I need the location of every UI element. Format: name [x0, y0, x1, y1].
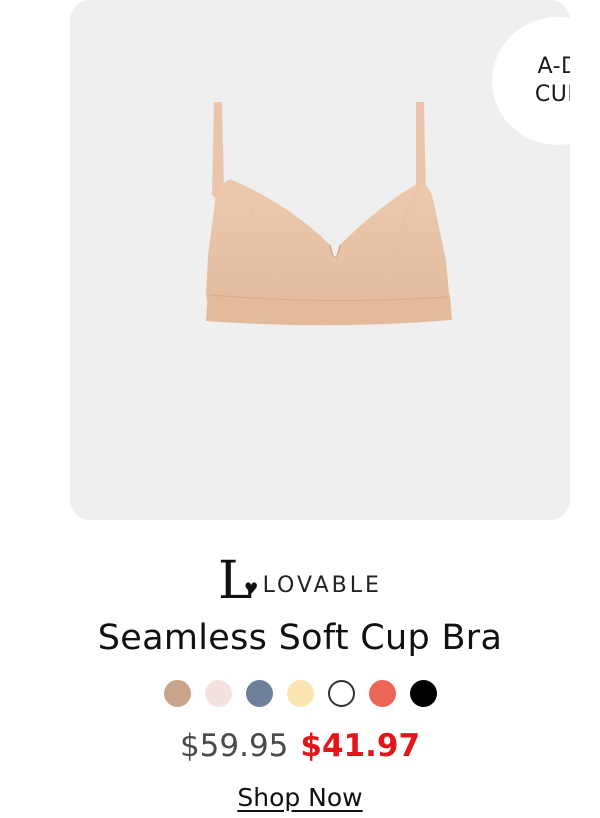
- swatch-slate-blue[interactable]: [245, 680, 273, 707]
- original-price: $59.95: [179, 728, 289, 764]
- brand-monogram: L ♥: [218, 555, 258, 607]
- brand-name: LOVABLE: [262, 572, 382, 598]
- product-title[interactable]: Seamless Soft Cup Bra: [0, 618, 600, 658]
- shop-now-container: Shop Now: [0, 783, 600, 812]
- swatch-beige[interactable]: [163, 680, 191, 707]
- price-block: $59.95 $41.97: [0, 728, 600, 764]
- swatch-pale-yellow[interactable]: [286, 680, 314, 707]
- brand-logo: L ♥ LOVABLE: [0, 552, 600, 610]
- swatch-coral[interactable]: [368, 680, 396, 707]
- bra-product-image[interactable]: [170, 95, 500, 415]
- color-swatches: [0, 680, 600, 707]
- badge-line-1: A-D: [537, 54, 570, 79]
- shop-now-link[interactable]: Shop Now: [237, 783, 362, 812]
- swatch-white[interactable]: [327, 680, 355, 707]
- badge-line-2: CUP: [534, 82, 570, 107]
- cup-size-badge: A-D CUP: [492, 17, 570, 145]
- swatch-black[interactable]: [409, 680, 437, 707]
- heart-icon: ♥: [244, 579, 259, 598]
- swatch-light-pink[interactable]: [204, 680, 232, 707]
- sale-price: $41.97: [300, 728, 421, 764]
- product-image-card[interactable]: A-D CUP: [70, 0, 570, 520]
